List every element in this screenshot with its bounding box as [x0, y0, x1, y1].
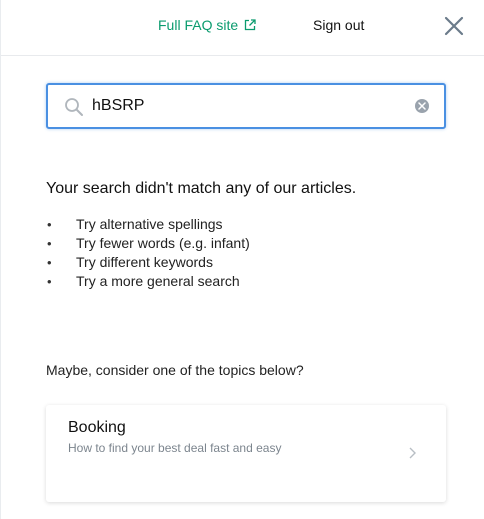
close-icon — [444, 16, 464, 36]
topic-title: Booking — [68, 419, 126, 436]
search-tip: • Try a more general search — [47, 273, 240, 289]
search-icon — [65, 98, 83, 116]
no-results-message: Your search didn't match any of our arti… — [46, 180, 357, 197]
suggestions-heading: Maybe, consider one of the topics below? — [46, 362, 304, 378]
topic-card-booking[interactable]: Booking How to find your best deal fast … — [46, 405, 446, 502]
close-button[interactable] — [442, 14, 466, 38]
topic-description: How to find your best deal fast and easy — [68, 441, 282, 455]
clear-icon — [418, 102, 426, 110]
search-tips-list: • Try alternative spellings • Try fewer wo… — [46, 215, 250, 291]
search-tip: • Try fewer words (e.g. infant) — [47, 235, 250, 251]
external-link-icon — [244, 19, 256, 31]
chevron-right-icon — [409, 447, 416, 459]
help-panel: Full FAQ site Sign out Your search didn'… — [0, 0, 484, 519]
faq-link-label: Full FAQ site — [158, 17, 239, 33]
search-tip: • Try alternative spellings — [47, 216, 223, 232]
clear-search-button[interactable] — [415, 99, 429, 113]
full-faq-site-link[interactable]: Full FAQ site — [158, 17, 256, 33]
sign-out-button[interactable]: Sign out — [313, 17, 364, 33]
search-input[interactable] — [92, 92, 402, 120]
search-tip: • Try different keywords — [47, 254, 213, 270]
search-box — [46, 83, 446, 129]
panel-header: Full FAQ site Sign out — [1, 0, 484, 56]
